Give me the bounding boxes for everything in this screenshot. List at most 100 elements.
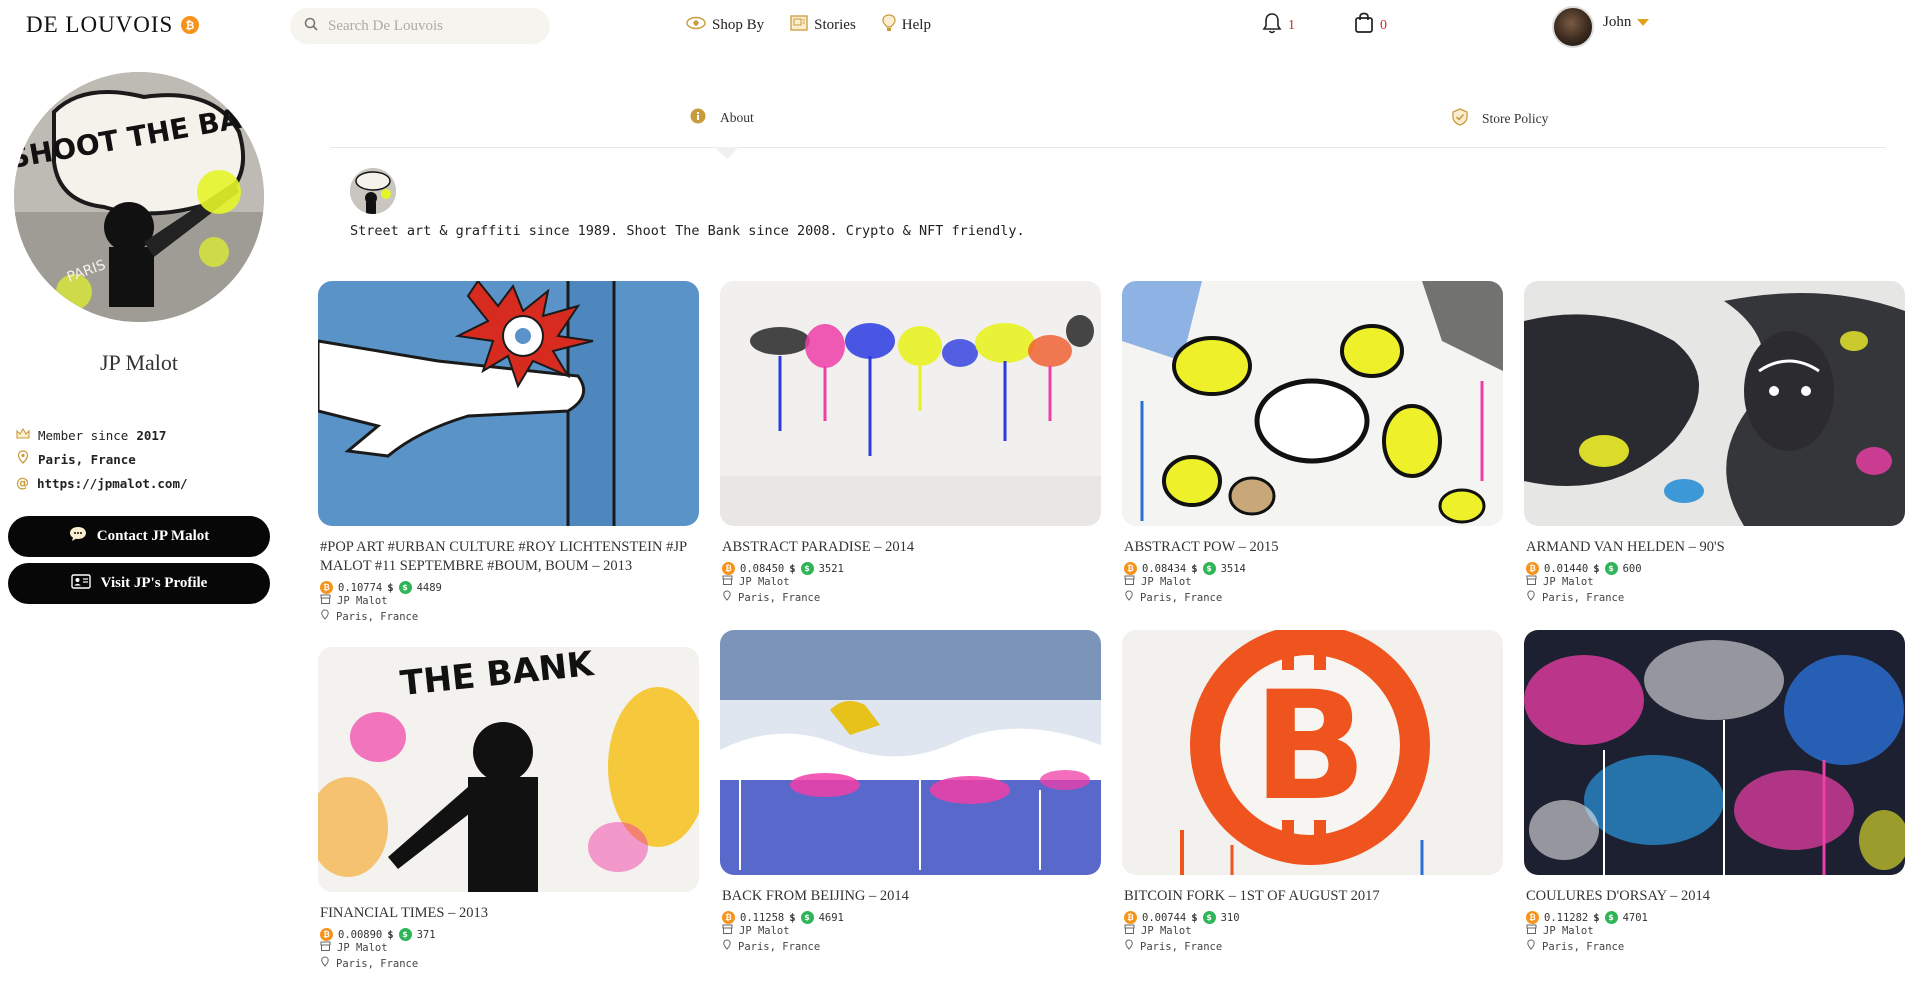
map-pin-icon (320, 609, 330, 625)
product-artist: JP Malot (337, 595, 388, 607)
notifications-button[interactable]: 1 (1262, 12, 1295, 39)
at-sign-icon: @ (16, 476, 29, 491)
visit-profile-label: Visit JP's Profile (100, 575, 208, 591)
stories-icon (790, 15, 808, 36)
bitcoin-icon: ₿ (320, 928, 333, 941)
user-menu[interactable]: John (1603, 14, 1650, 31)
help-icon (882, 14, 896, 37)
product-location: Paris, France (1542, 591, 1625, 604)
product-image[interactable] (1524, 281, 1905, 526)
seller-website-link[interactable]: https://jpmalot.com/ (37, 472, 188, 496)
store-icon (1526, 575, 1537, 590)
tab-about[interactable]: About (690, 108, 754, 128)
product-image[interactable] (1524, 630, 1905, 875)
product-title[interactable]: ARMAND VAN HELDEN – 90'S (1524, 538, 1905, 557)
product-price: ₿ 0.01440 $ $ 600 (1524, 562, 1905, 575)
user-avatar[interactable] (1552, 6, 1594, 48)
product-price: ₿ 0.00890 $ $ 371 (318, 928, 699, 941)
product-location: Paris, France (336, 610, 419, 623)
price-btc: 0.10774 (338, 581, 383, 594)
nav-shop-by[interactable]: Shop By (686, 14, 764, 37)
dollar-coin-icon: $ (1202, 911, 1216, 924)
product-title[interactable]: ABSTRACT PARADISE – 2014 (720, 538, 1101, 557)
product-title[interactable]: COULURES D'ORSAY – 2014 (1524, 887, 1905, 906)
price-usd: 4701 (1622, 911, 1648, 924)
product-location: Paris, France (1140, 940, 1223, 953)
product-card[interactable]: COULURES D'ORSAY – 2014 ₿ 0.11282 $ $ 47… (1524, 630, 1905, 955)
product-card[interactable]: ABSTRACT PARADISE – 2014 ₿ 0.08450 $ $ 3… (720, 281, 1101, 606)
product-title[interactable]: #POP ART #URBAN CULTURE #ROY LICHTENSTEI… (318, 538, 699, 576)
dollar-sign-icon: $ (1191, 911, 1198, 924)
nav-shop-by-label: Shop By (712, 17, 765, 33)
product-price: ₿ 0.00744 $ $ 310 (1122, 911, 1503, 924)
search-input[interactable] (328, 17, 528, 35)
product-title[interactable]: FINANCIAL TIMES – 2013 (318, 904, 699, 923)
product-artist-row: JP Malot (1524, 575, 1905, 590)
tab-store-policy[interactable]: Store Policy (1452, 108, 1548, 130)
store-tabs: About Store Policy (330, 104, 1886, 159)
product-card[interactable]: #POP ART #URBAN CULTURE #ROY LICHTENSTEI… (318, 281, 699, 625)
contact-seller-label: Contact JP Malot (96, 528, 210, 544)
product-image[interactable] (720, 281, 1101, 526)
product-card[interactable]: ABSTRACT POW – 2015 ₿ 0.08434 $ $ 3514 J… (1122, 281, 1503, 606)
product-card[interactable]: THE BANK FINANCIAL TIMES – 2013 ₿ 0.0089… (318, 647, 699, 972)
product-title[interactable]: ABSTRACT POW – 2015 (1122, 538, 1503, 557)
map-pin-icon (722, 939, 732, 955)
member-since-row: Member since 2017 (16, 424, 188, 448)
eye-icon (686, 16, 706, 35)
product-image[interactable] (318, 281, 699, 526)
map-pin-icon (320, 956, 330, 972)
nav-stories[interactable]: Stories (790, 14, 856, 37)
store-icon (1526, 924, 1537, 939)
brand-logo[interactable]: DE LOUVOIS ₿ (26, 12, 200, 38)
nav-help[interactable]: Help (882, 14, 931, 37)
product-title[interactable]: BACK FROM BEIJING – 2014 (720, 887, 1101, 906)
product-location: Paris, France (336, 957, 419, 970)
price-btc: 0.00744 (1142, 911, 1187, 924)
bitcoin-icon: ₿ (1124, 911, 1137, 924)
product-artist-row: JP Malot (1122, 575, 1503, 590)
dollar-coin-icon: $ (800, 911, 814, 924)
cart-button[interactable]: 0 (1354, 12, 1387, 39)
product-image[interactable]: B (1122, 630, 1503, 875)
map-pin-icon (1124, 590, 1134, 606)
info-icon (690, 108, 706, 128)
product-card[interactable]: B BITCOIN FORK – 1ST OF AUGUST 2017 ₿ 0.… (1122, 630, 1503, 955)
price-btc: 0.08450 (740, 562, 785, 575)
product-artist: JP Malot (739, 576, 790, 588)
search-icon (304, 17, 318, 36)
seller-bio: Street art & graffiti since 1989. Shoot … (350, 223, 1025, 239)
nav-help-label: Help (901, 17, 931, 33)
dollar-sign-icon: $ (789, 562, 796, 575)
product-location-row: Paris, France (1524, 939, 1905, 955)
product-price: ₿ 0.08450 $ $ 3521 (720, 562, 1101, 575)
price-btc: 0.08434 (1142, 562, 1187, 575)
contact-seller-button[interactable]: Contact JP Malot (8, 516, 270, 557)
seller-location: Paris, France (38, 452, 136, 467)
product-card[interactable]: BACK FROM BEIJING – 2014 ₿ 0.11258 $ $ 4… (720, 630, 1101, 955)
product-title[interactable]: BITCOIN FORK – 1ST OF AUGUST 2017 (1122, 887, 1503, 906)
bell-icon (1262, 12, 1282, 39)
visit-profile-button[interactable]: Visit JP's Profile (8, 563, 270, 604)
store-icon (1124, 575, 1135, 590)
dollar-coin-icon: $ (398, 928, 412, 941)
product-artist: JP Malot (1543, 925, 1594, 937)
search-bar[interactable] (290, 8, 550, 44)
product-location-row: Paris, France (720, 939, 1101, 955)
price-btc: 0.11258 (740, 911, 785, 924)
map-pin-icon (16, 448, 30, 472)
product-image[interactable] (720, 630, 1101, 875)
shopping-bag-icon (1354, 12, 1374, 39)
product-artist: JP Malot (1141, 576, 1192, 588)
price-btc: 0.00890 (338, 928, 383, 941)
map-pin-icon (1526, 939, 1536, 955)
dollar-coin-icon: $ (1604, 911, 1618, 924)
price-usd: 371 (416, 928, 436, 941)
product-image[interactable] (1122, 281, 1503, 526)
seller-name: JP Malot (99, 350, 179, 375)
product-card[interactable]: ARMAND VAN HELDEN – 90'S ₿ 0.01440 $ $ 6… (1524, 281, 1905, 606)
product-image[interactable]: THE BANK (318, 647, 699, 892)
dollar-sign-icon: $ (1593, 911, 1600, 924)
svg-text:B: B (1253, 660, 1367, 834)
dollar-coin-icon: $ (1604, 562, 1618, 575)
